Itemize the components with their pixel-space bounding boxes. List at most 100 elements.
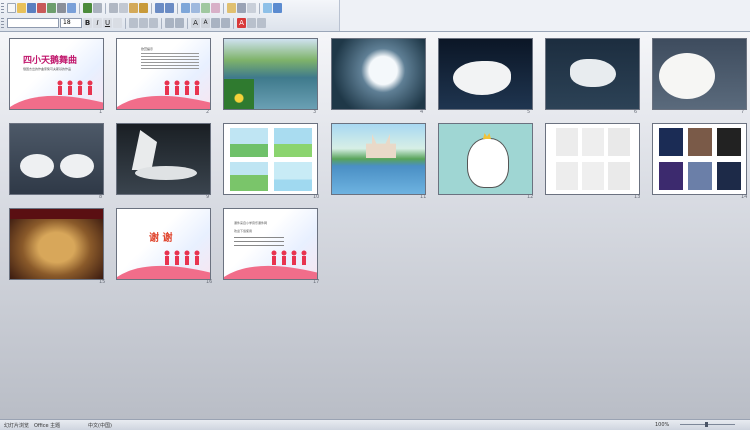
font-color-icon[interactable]: A (237, 18, 246, 28)
slide-thumbnail-15[interactable] (9, 208, 104, 280)
slide-number: 17 (313, 279, 320, 285)
design-icon[interactable] (247, 18, 256, 28)
format-painter-icon[interactable] (139, 3, 148, 13)
insert-chart-icon[interactable] (181, 3, 190, 13)
zoom-icon[interactable] (263, 3, 272, 13)
spelling-icon[interactable] (83, 3, 92, 13)
slide-thumbnail-1[interactable]: 四小天鹅舞曲 俄国杰出的作曲家柴可夫斯基的作品 (9, 38, 104, 110)
research-icon[interactable] (93, 3, 102, 13)
email-icon[interactable] (47, 3, 56, 13)
status-theme: Office 主题 (34, 423, 61, 429)
align-center-icon[interactable] (139, 18, 148, 28)
slide-number: 9 (206, 194, 210, 200)
new-icon[interactable] (7, 3, 16, 13)
slide-thumbnail-10[interactable] (223, 123, 318, 195)
numbering-icon[interactable] (165, 18, 174, 28)
undo-icon[interactable] (155, 3, 164, 13)
new-slide-icon[interactable] (257, 18, 266, 28)
decrease-font-icon[interactable]: A (201, 18, 210, 28)
copy-icon[interactable] (119, 3, 128, 13)
help-icon[interactable] (273, 3, 282, 13)
slide-thumbnail-13[interactable] (545, 123, 640, 195)
flowers-image (224, 79, 254, 109)
expand-all-icon[interactable] (227, 3, 236, 13)
separator (125, 17, 126, 29)
ballet-photo-5 (582, 162, 604, 190)
swan-image (659, 53, 715, 99)
status-bar: 幻灯片浏览 Office 主题 中文(中国) 100% (0, 419, 750, 430)
increase-indent-icon[interactable] (221, 18, 230, 28)
shadow-icon[interactable] (113, 18, 122, 28)
toolbar-grip[interactable] (1, 17, 4, 29)
zoom-level[interactable]: 100% (655, 422, 669, 428)
slide-thumbnail-16[interactable]: 谢 谢 (116, 208, 211, 280)
slide-title: 谢 谢 (149, 233, 173, 244)
curtain-image (10, 209, 103, 219)
slide-thumbnail-11[interactable] (331, 123, 426, 195)
bullets-icon[interactable] (175, 18, 184, 28)
slide-thumbnail-12[interactable] (438, 123, 533, 195)
ballet-photo-3 (717, 128, 741, 156)
paste-icon[interactable] (129, 3, 138, 13)
show-formatting-icon[interactable] (237, 3, 246, 13)
permission-icon[interactable] (37, 3, 46, 13)
grayscale-icon[interactable] (247, 3, 256, 13)
slide-sorter: 四小天鹅舞曲 俄国杰出的作曲家柴可夫斯基的作品 1 欣赏提示 2 3 4 5 6… (0, 32, 750, 419)
font-size-combo[interactable]: 18 (60, 18, 82, 28)
italic-icon[interactable]: I (93, 18, 102, 28)
underline-icon[interactable]: U (103, 18, 112, 28)
bold-icon[interactable]: B (83, 18, 92, 28)
slide-number: 7 (741, 109, 745, 115)
cut-icon[interactable] (109, 3, 118, 13)
align-right-icon[interactable] (149, 18, 158, 28)
insert-picture-icon[interactable] (211, 3, 220, 13)
slide-thumbnail-4[interactable] (331, 38, 426, 110)
slide-number: 5 (527, 109, 531, 115)
toolbar: 18 B I U A A A (0, 0, 750, 32)
font-name-combo[interactable] (7, 18, 59, 28)
slide-thumbnail-6[interactable] (545, 38, 640, 110)
slide-number: 14 (741, 194, 748, 200)
zoom-slider-thumb[interactable] (705, 422, 708, 427)
print-icon[interactable] (57, 3, 66, 13)
redo-icon[interactable] (165, 3, 174, 13)
slide-thumbnail-2[interactable]: 欣赏提示 (116, 38, 211, 110)
ballet-photo-6 (717, 162, 741, 190)
increase-font-icon[interactable]: A (191, 18, 200, 28)
ballet-photo-5 (688, 162, 712, 190)
ballet-photo-3 (608, 128, 630, 156)
slide-thumbnail-5[interactable] (438, 38, 533, 110)
print-preview-icon[interactable] (67, 3, 76, 13)
ballet-photo-4 (556, 162, 578, 190)
ballet-photo-1 (556, 128, 578, 156)
insert-table-icon[interactable] (191, 3, 200, 13)
slide-thumbnail-3[interactable] (223, 38, 318, 110)
slide-number: 6 (634, 109, 638, 115)
cartoon-scene-4 (274, 162, 312, 191)
separator (161, 17, 162, 29)
slide-number: 2 (206, 109, 210, 115)
align-left-icon[interactable] (129, 18, 138, 28)
separator (105, 2, 106, 14)
castle-image (366, 134, 396, 158)
decrease-indent-icon[interactable] (211, 18, 220, 28)
slide-thumbnail-7[interactable] (652, 38, 747, 110)
ballet-photo-2 (582, 128, 604, 156)
cartoon-swan-image (467, 138, 509, 188)
open-icon[interactable] (17, 3, 26, 13)
text-lines (234, 237, 284, 247)
slide-number: 8 (99, 194, 103, 200)
slide-thumbnail-9[interactable] (116, 123, 211, 195)
formatting-toolbar: 18 B I U A A A (0, 16, 266, 30)
slide-number: 10 (313, 194, 320, 200)
slide-number: 1 (99, 109, 103, 115)
tables-borders-icon[interactable] (201, 3, 210, 13)
save-icon[interactable] (27, 3, 36, 13)
status-view: 幻灯片浏览 (4, 423, 30, 429)
slide-thumbnail-17[interactable]: 课件来自小学音乐课件网 欢迎下载使用 (223, 208, 318, 280)
slide-thumbnail-8[interactable] (9, 123, 104, 195)
toolbar-grip[interactable] (1, 2, 4, 14)
slide-thumbnail-14[interactable] (652, 123, 747, 195)
separator (259, 2, 260, 14)
slide-text-line-2: 欢迎下载使用 (234, 229, 253, 233)
